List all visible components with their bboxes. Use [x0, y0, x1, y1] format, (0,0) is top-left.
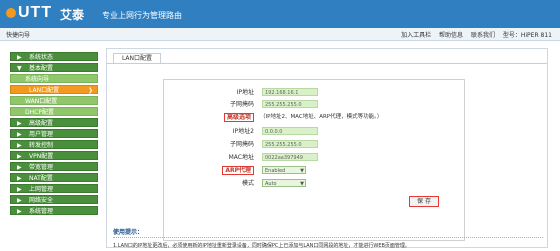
- mask2-label: 子网掩码: [229, 141, 254, 148]
- ip2-row: IP地址2 0.0.0.0: [164, 127, 464, 136]
- mask-row: 子网掩码 255.255.255.0: [164, 100, 464, 109]
- logo-icon: [6, 7, 16, 18]
- save-button[interactable]: 保 存: [409, 196, 439, 207]
- arp-proxy-label: ARP代理: [222, 166, 254, 175]
- arrow-right-icon: ▶: [17, 153, 22, 160]
- brand-logo: UTT: [6, 4, 52, 22]
- arrow-right-icon: ▶: [17, 164, 22, 171]
- sidebar-item-wan-config[interactable]: WAN口配置: [10, 96, 98, 105]
- dropdown-arrow-icon: ▼: [300, 168, 304, 174]
- arp-proxy-select[interactable]: Enabled ▼: [262, 166, 306, 174]
- mask-label: 子网掩码: [229, 101, 254, 108]
- quick-wizard-link[interactable]: 快捷向导: [6, 30, 30, 39]
- tips-title: 使用提示：: [113, 229, 144, 236]
- arp-row: ARP代理 Enabled ▼: [164, 166, 464, 175]
- arrow-right-icon: ▶: [17, 142, 22, 149]
- content-panel: LAN口配置 IP地址 192.168.16.1 子网掩码 255.255.25…: [106, 48, 548, 249]
- app-header: UTT 艾泰 专业上网行为管理路由: [0, 0, 560, 28]
- ip2-label: IP地址2: [232, 128, 254, 135]
- dropdown-arrow-icon: ▼: [300, 181, 304, 187]
- sidebar-item-basic-config[interactable]: ▼ 基本配置: [10, 63, 98, 72]
- mask-input[interactable]: 255.255.255.0: [262, 100, 318, 108]
- sidebar-item-vpn-config[interactable]: ▶ VPN配置: [10, 151, 98, 160]
- mac-row: MAC地址 0022aa397949: [164, 153, 464, 162]
- sidebar-item-dhcp-config[interactable]: DHCP配置: [10, 107, 98, 116]
- sidebar-item-nat-config[interactable]: ▶ NAT配置: [10, 173, 98, 182]
- arrow-right-icon: ▶: [17, 120, 22, 127]
- arrow-right-icon: ▶: [17, 175, 22, 182]
- chevron-right-icon: ❯: [87, 87, 93, 94]
- mode-row: 模式 Auto ▼: [164, 179, 464, 188]
- top-links: 加入工具栏 帮助信息 联系我们 型号：HiPER 811: [395, 30, 552, 39]
- brand-name: 艾泰: [60, 8, 85, 22]
- ip-input[interactable]: 192.168.16.1: [262, 88, 318, 96]
- sidebar-item-user-management[interactable]: ▶ 用户管理: [10, 129, 98, 138]
- mask2-input[interactable]: 255.255.255.0: [262, 140, 318, 148]
- sidebar-item-forward-control[interactable]: ▶ 转发控制: [10, 140, 98, 149]
- sidebar-item-bandwidth[interactable]: ▶ 带宽管理: [10, 162, 98, 171]
- sidebar-item-lan-config[interactable]: LAN口配置 ❯: [10, 85, 98, 94]
- contact-link[interactable]: 联系我们: [471, 32, 495, 39]
- tab-divider: [107, 63, 547, 64]
- mode-select[interactable]: Auto ▼: [262, 179, 306, 187]
- arrow-right-icon: ▶: [17, 54, 22, 61]
- sidebar-item-internet-management[interactable]: ▶ 上网管理: [10, 184, 98, 193]
- mac-label: MAC地址: [228, 154, 254, 161]
- mac-input[interactable]: 0022aa397949: [262, 153, 318, 161]
- mode-label: 模式: [241, 180, 254, 187]
- sidebar-item-system-management[interactable]: ▶ 系统管理: [10, 206, 98, 215]
- ip2-input[interactable]: 0.0.0.0: [262, 127, 318, 135]
- tips-text: 1.LAN口的IP地址更改后，必须使用新的IP地址重新登录设备，同时确保PC上已…: [113, 243, 410, 249]
- ip-row: IP地址 192.168.16.1: [164, 88, 464, 97]
- arrow-right-icon: ▶: [17, 197, 22, 204]
- advanced-row: 高级选项 （IP地址2、MAC地址、ARP代理，模式等功能。）: [164, 113, 464, 122]
- help-link[interactable]: 帮助信息: [439, 32, 463, 39]
- sidebar-nav: ▶ 系统状态 ▼ 基本配置 系统向导 LAN口配置 ❯ WAN口配置 DHCP配置 ▶…: [10, 52, 98, 217]
- sidebar-item-advanced-config[interactable]: ▶ 高级配置: [10, 118, 98, 127]
- ip-label: IP地址: [236, 89, 254, 96]
- sidebar-item-system-wizard[interactable]: 系统向导: [10, 74, 98, 83]
- sidebar-item-network-security[interactable]: ▶ 网络安全: [10, 195, 98, 204]
- arrow-down-icon: ▼: [17, 65, 22, 72]
- arrow-right-icon: ▶: [17, 131, 22, 138]
- lan-config-form: IP地址 192.168.16.1 子网掩码 255.255.255.0 高级选…: [163, 79, 465, 241]
- add-toolbar-link[interactable]: 加入工具栏: [401, 32, 431, 39]
- advanced-note: （IP地址2、MAC地址、ARP代理，模式等功能。）: [260, 114, 383, 120]
- sidebar-item-system-status[interactable]: ▶ 系统状态: [10, 52, 98, 61]
- mask2-row: 子网掩码 255.255.255.0: [164, 140, 464, 149]
- model-info: 型号：HiPER 811: [502, 32, 552, 39]
- advanced-options-toggle[interactable]: 高级选项: [223, 113, 254, 122]
- brand-slogan: 专业上网行为管理路由: [102, 11, 182, 20]
- arrow-right-icon: ▶: [17, 208, 22, 215]
- arrow-right-icon: ▶: [17, 186, 22, 193]
- top-menubar: 快捷向导 加入工具栏 帮助信息 联系我们 型号：HiPER 811: [0, 28, 560, 41]
- tips-divider: [113, 237, 543, 238]
